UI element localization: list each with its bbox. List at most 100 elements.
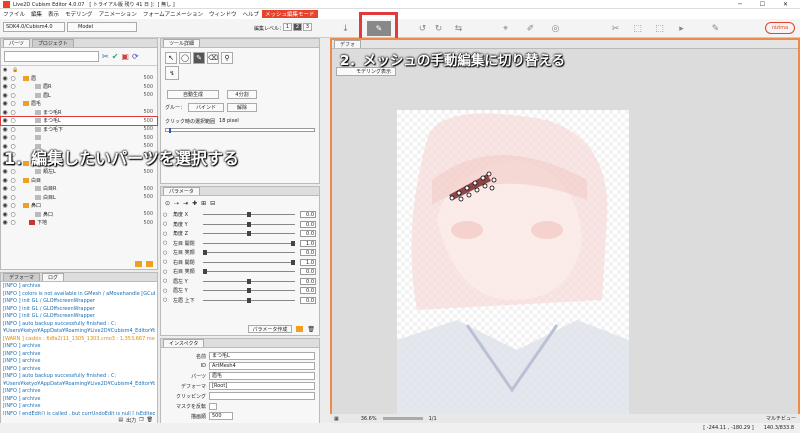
visibility-eye-icon[interactable]: ◉: [1, 185, 9, 192]
param-value[interactable]: 0.0: [300, 268, 316, 276]
menu-item-7[interactable]: ヘルプ: [239, 10, 262, 18]
release-button[interactable]: 解除: [227, 103, 258, 112]
tab-parts[interactable]: パーツ: [3, 39, 30, 47]
visibility-eye-icon[interactable]: ◉: [1, 109, 9, 116]
lasso-tool-icon[interactable]: ◯: [179, 52, 191, 64]
parameter-row[interactable]: ○ 右目 笑顔 0.0: [161, 267, 319, 277]
tool-icon-k[interactable]: ✎: [708, 22, 723, 35]
param-slider-thumb[interactable]: [203, 269, 207, 275]
zoom-value[interactable]: 36.6%: [361, 416, 377, 422]
lock-toggle-icon[interactable]: ○: [9, 185, 17, 192]
align-icon[interactable]: ⇥: [183, 200, 188, 207]
auto-tool-icon[interactable]: ↯: [165, 66, 179, 80]
param-slider-thumb[interactable]: [247, 288, 251, 294]
param-slider[interactable]: [203, 240, 295, 246]
parts-row[interactable]: ◉ ○ まつ毛下 500: [1, 125, 157, 134]
param-slider[interactable]: [203, 278, 295, 284]
parameter-row[interactable]: ○ 眉左 Y 0.0: [161, 286, 319, 296]
tab-parameters[interactable]: パラメータ: [163, 187, 200, 195]
visibility-eye-icon[interactable]: ◉: [1, 126, 9, 133]
visibility-eye-icon[interactable]: ◉: [1, 83, 9, 90]
inspector-value[interactable]: ArtMesh4: [209, 362, 315, 370]
brush-tool-icon[interactable]: ⚲: [221, 52, 233, 64]
menu-item-3[interactable]: モデリング: [62, 10, 96, 18]
param-slider-thumb[interactable]: [291, 240, 295, 246]
visibility-eye-icon[interactable]: ◉: [1, 100, 9, 107]
menu-item-0[interactable]: ファイル: [0, 10, 28, 18]
parts-row[interactable]: ◉ ○ 下地 500: [1, 219, 157, 228]
tool-icon-a[interactable]: ↺: [415, 22, 430, 35]
parts-row[interactable]: ◉ ○ 眉R 500: [1, 83, 157, 92]
lock-toggle-icon[interactable]: ○: [9, 168, 17, 175]
parts-row[interactable]: ◉ ○ まつ毛L 500: [0, 115, 158, 126]
param-value[interactable]: 0.0: [300, 277, 316, 285]
param-slider-thumb[interactable]: [247, 297, 251, 303]
parameter-row[interactable]: ○ 左目 笑顔 0.0: [161, 248, 319, 258]
tab-inspector[interactable]: インスペクタ: [163, 339, 205, 347]
visibility-eye-icon[interactable]: ◉: [1, 177, 9, 184]
tool-icon-f[interactable]: ◎: [548, 22, 563, 35]
check-icon[interactable]: ✔: [112, 52, 119, 61]
tool-icon-b[interactable]: ↻: [431, 22, 446, 35]
sdk-select[interactable]: SDK4.0/Cubism4.0: [3, 22, 65, 32]
nizima-logo[interactable]: nizima: [765, 22, 795, 34]
param-slider-thumb[interactable]: [203, 250, 207, 256]
zoom-ratio[interactable]: 1/1: [429, 416, 437, 422]
param-slider[interactable]: [203, 288, 295, 294]
tab-project[interactable]: プロジェクト: [31, 39, 74, 47]
eraser-tool-icon[interactable]: ⌫: [207, 52, 219, 64]
visibility-eye-icon[interactable]: ◉: [1, 194, 9, 201]
param-slider[interactable]: [203, 212, 295, 218]
inspector-value[interactable]: まつ毛L: [209, 352, 315, 360]
param-slider-thumb[interactable]: [247, 278, 251, 284]
parts-row[interactable]: ◉ ○ 500: [1, 134, 157, 143]
visibility-eye-icon[interactable]: ◉: [1, 211, 9, 218]
parts-row[interactable]: ◉ ○ 鼻口 500: [1, 210, 157, 219]
menu-item-4[interactable]: アニメーション: [96, 10, 140, 18]
refresh-icon[interactable]: ⟳: [132, 52, 139, 61]
lock-toggle-icon[interactable]: ○: [9, 117, 17, 124]
visibility-eye-icon[interactable]: ◉: [1, 75, 9, 82]
inspector-value[interactable]: 500: [209, 412, 233, 420]
lock-toggle-icon[interactable]: ○: [9, 134, 17, 141]
tool-icon-h[interactable]: ⬚: [630, 22, 645, 35]
parts-row[interactable]: ◉ ○ まつ毛R 500: [1, 108, 157, 117]
param-value[interactable]: 0.0: [300, 287, 316, 295]
parts-row[interactable]: ◉ ○ 白目R 500: [1, 185, 157, 194]
pen-tool-icon[interactable]: ✎: [193, 52, 205, 64]
lock-toggle-icon[interactable]: ○: [9, 109, 17, 116]
tab-viewport[interactable]: デフォ: [334, 40, 362, 48]
link-icon[interactable]: ✂: [102, 52, 109, 61]
param-slider-thumb[interactable]: [247, 221, 251, 227]
model-select[interactable]: Model: [67, 22, 137, 32]
visibility-eye-icon[interactable]: ◉: [1, 134, 9, 141]
inspector-value[interactable]: [Root]: [209, 382, 315, 390]
click-range-thumb[interactable]: [169, 128, 171, 133]
parts-row[interactable]: ◉ ○ 鼻口: [1, 202, 157, 211]
param-value[interactable]: 0.0: [300, 220, 316, 228]
parameter-row[interactable]: ○ 左目 開閉 1.0: [161, 239, 319, 249]
param-value[interactable]: 1.0: [300, 258, 316, 266]
grid-icon[interactable]: ▦: [334, 416, 339, 422]
parts-row[interactable]: ◉ ○ 眉L 500: [1, 91, 157, 100]
param-slider-thumb[interactable]: [247, 231, 251, 237]
tab-deformer[interactable]: デフォーマ: [3, 273, 41, 281]
viewport[interactable]: デフォ モデリング表示: [330, 38, 800, 422]
eye-icon[interactable]: ◉: [3, 67, 7, 73]
tool-icon-i[interactable]: ⬚: [652, 22, 667, 35]
lock-toggle-icon[interactable]: ○: [9, 202, 17, 209]
parameter-row[interactable]: ○ 眉左 Y 0.0: [161, 277, 319, 287]
bind-button[interactable]: バインド: [188, 103, 225, 112]
trash-param-icon[interactable]: 🗑: [307, 326, 315, 333]
parts-row[interactable]: ◉ ○ 眉毛: [1, 100, 157, 109]
lock-toggle-icon[interactable]: ○: [9, 92, 17, 99]
tool-icon-e[interactable]: ✐: [523, 22, 538, 35]
edit-level-1[interactable]: 1: [283, 23, 292, 31]
param-slider[interactable]: [203, 231, 295, 237]
parameter-row[interactable]: ○ 角度 Z 0.0: [161, 229, 319, 239]
lock-toggle-icon[interactable]: ○: [9, 211, 17, 218]
parameter-row[interactable]: ○ 角度 Y 0.0: [161, 220, 319, 230]
param-slider-thumb[interactable]: [291, 259, 295, 265]
tool-icon-c[interactable]: ⇆: [451, 22, 466, 35]
keyform-icon[interactable]: ✚: [192, 200, 197, 207]
